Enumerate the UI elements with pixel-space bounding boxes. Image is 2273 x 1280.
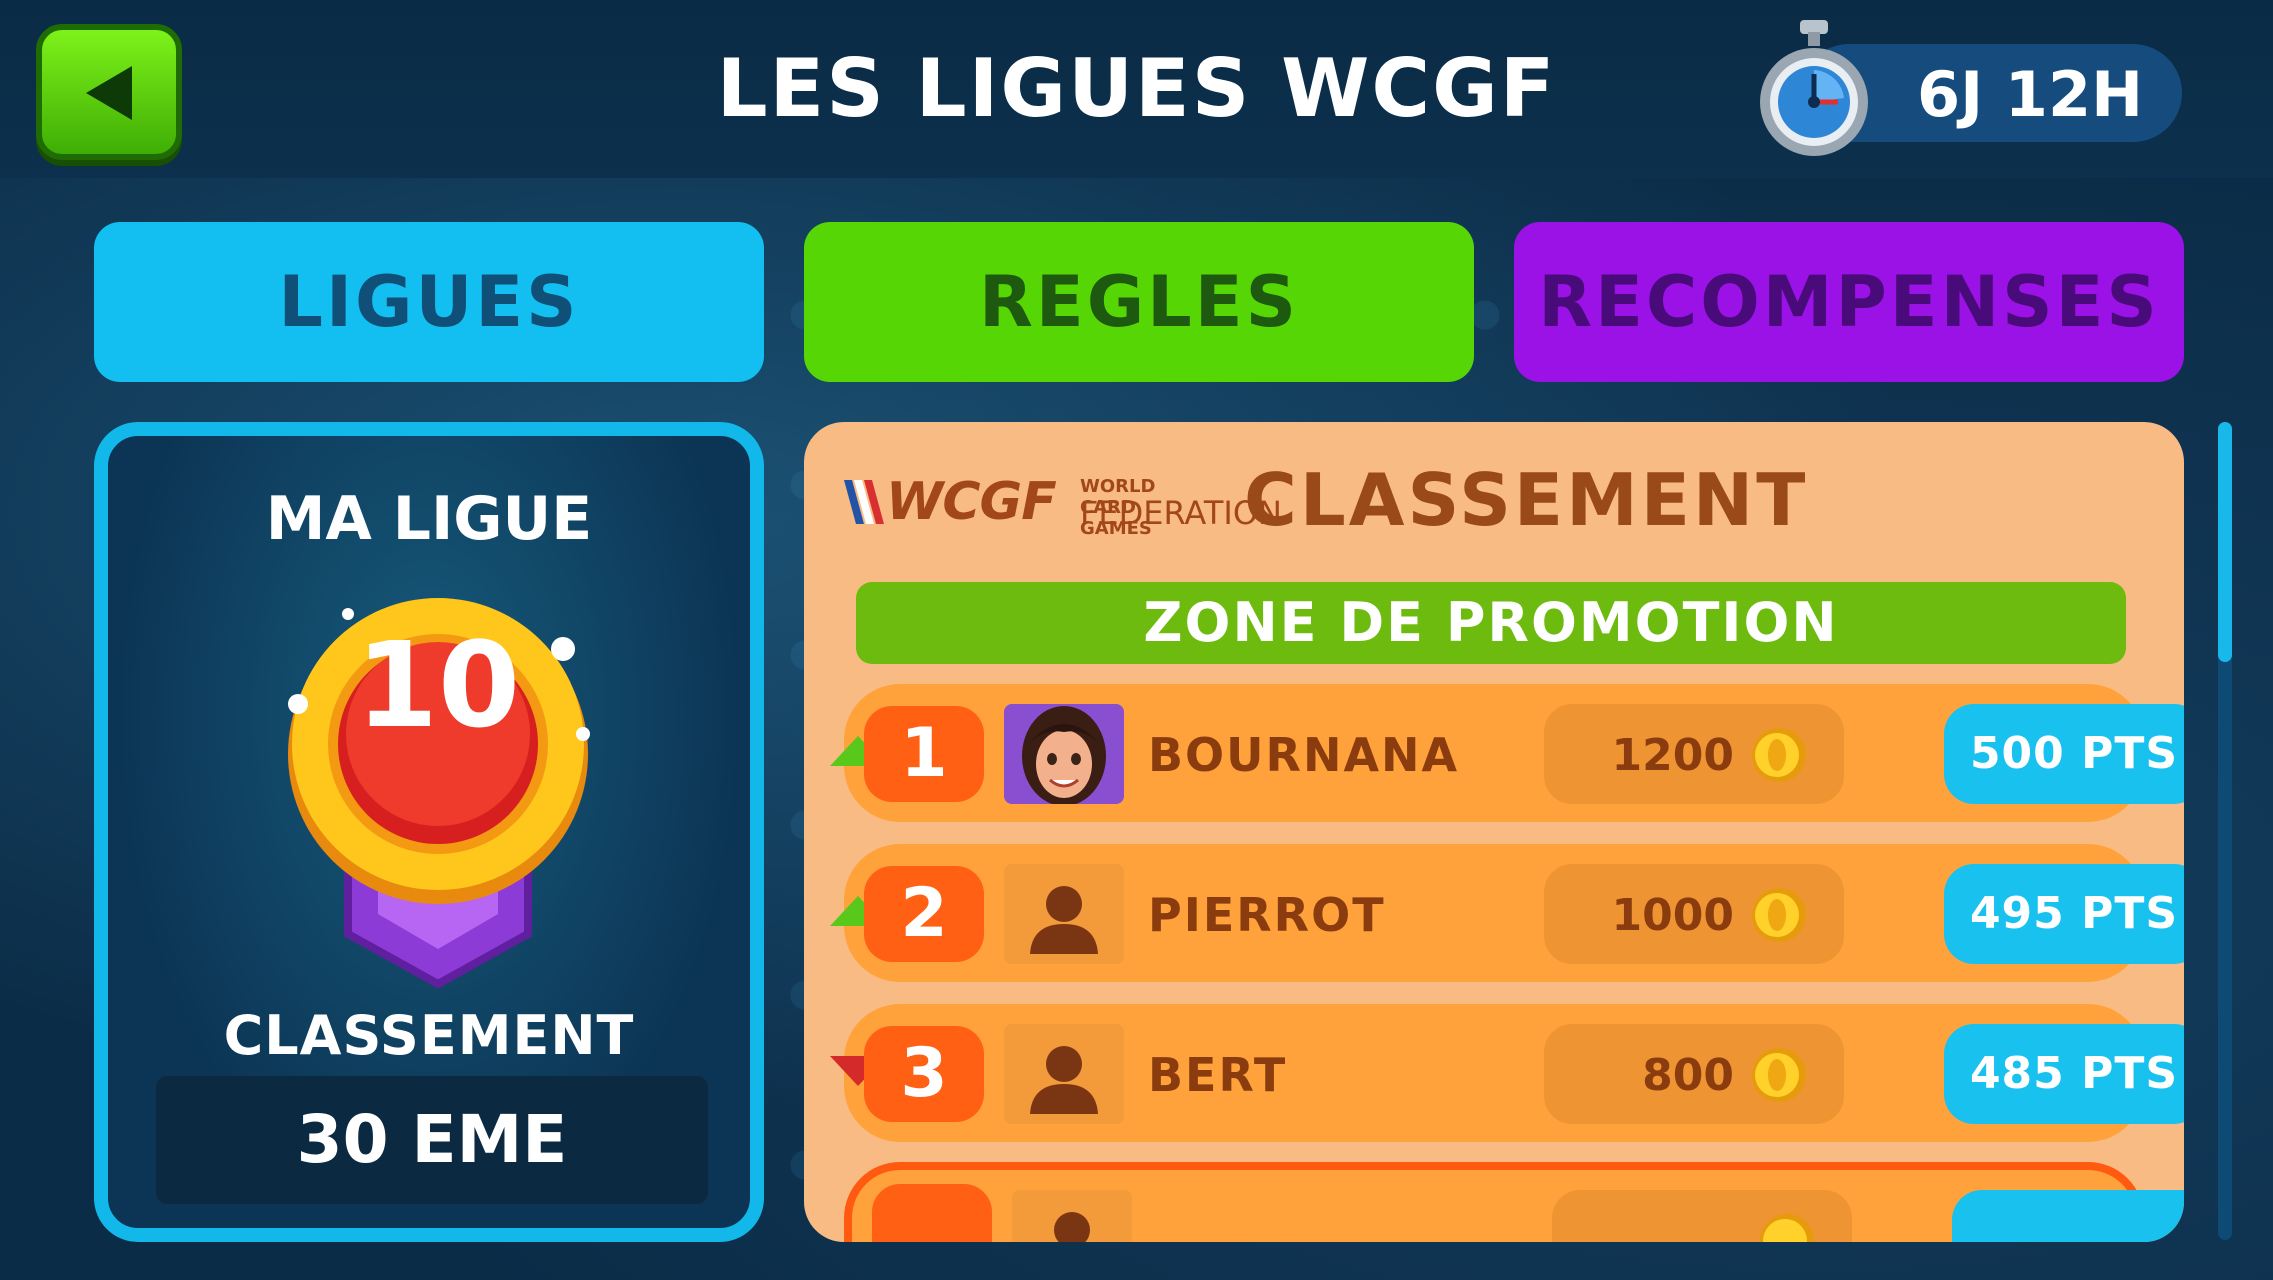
coins-box [1552,1190,1852,1242]
timer-value: 6J 12H [1917,58,2143,131]
top-bar: LES LIGUES WCGF 6J 12H [0,0,2273,178]
coin-icon [1752,888,1806,942]
logo-letters: WCGF [886,472,1057,532]
rank-badge: 1 [864,706,984,802]
wcgf-logo: WCGF WORLD CARD GAMES FEDERATION [842,472,1282,539]
default-avatar [1004,1024,1124,1124]
leaderboard-row[interactable]: 2 PIERROT 1000 495 PTS [830,844,2184,982]
my-league-panel: MA LIGUE 10 CLASSEMENT 30 EME [94,422,764,1242]
scrollbar[interactable] [2218,422,2232,1240]
coins-box: 1200 [1544,704,1844,804]
my-rank-value: 30 EME [156,1076,708,1204]
coin-icon [1760,1214,1814,1242]
coins-value: 1000 [1611,890,1734,941]
default-avatar [1004,864,1124,964]
coins-value: 800 [1642,1050,1734,1101]
logo-stripes-icon [844,480,884,524]
points-badge: 500 PTS [1944,704,2184,804]
rank-badge: 3 [864,1026,984,1122]
points-badge [1952,1190,2184,1242]
leaderboard-row-partial[interactable] [844,1162,2184,1242]
rank-badge [872,1184,992,1242]
coins-box: 800 [1544,1024,1844,1124]
board-title: CLASSEMENT [1244,458,1809,542]
promotion-zone-banner: ZONE DE PROMOTION [856,582,2126,664]
points-badge: 485 PTS [1944,1024,2184,1124]
player-name: BERT [1148,1048,1288,1102]
rank-badge: 2 [864,866,984,962]
medal-number: 10 [355,616,521,754]
coins-box: 1000 [1544,864,1844,964]
leaderboard-row[interactable]: 1 BOURNANA 1200 500 PTS [830,684,2184,822]
default-avatar [1012,1190,1132,1242]
my-rank-label: CLASSEMENT [223,1004,635,1067]
coin-icon [1752,1048,1806,1102]
league-medal: 10 [238,554,638,994]
scrollbar-thumb[interactable] [2218,422,2232,662]
tab-recompenses[interactable]: RECOMPENSES [1514,222,2184,382]
leaderboard-panel: WCGF WORLD CARD GAMES FEDERATION CLASSEM… [804,422,2184,1242]
points-badge: 495 PTS [1944,864,2184,964]
tab-regles[interactable]: REGLES [804,222,1474,382]
leaderboard-row[interactable]: 3 BERT 800 485 PTS [830,1004,2184,1142]
player-name: BOURNANA [1148,728,1460,782]
woman-avatar [1004,704,1124,804]
coins-value: 1200 [1611,730,1734,781]
coin-icon [1752,728,1806,782]
my-league-title: MA LIGUE [265,484,593,554]
player-name: PIERROT [1148,888,1386,942]
stopwatch-icon [1760,20,1868,156]
tab-ligues[interactable]: LIGUES [94,222,764,382]
